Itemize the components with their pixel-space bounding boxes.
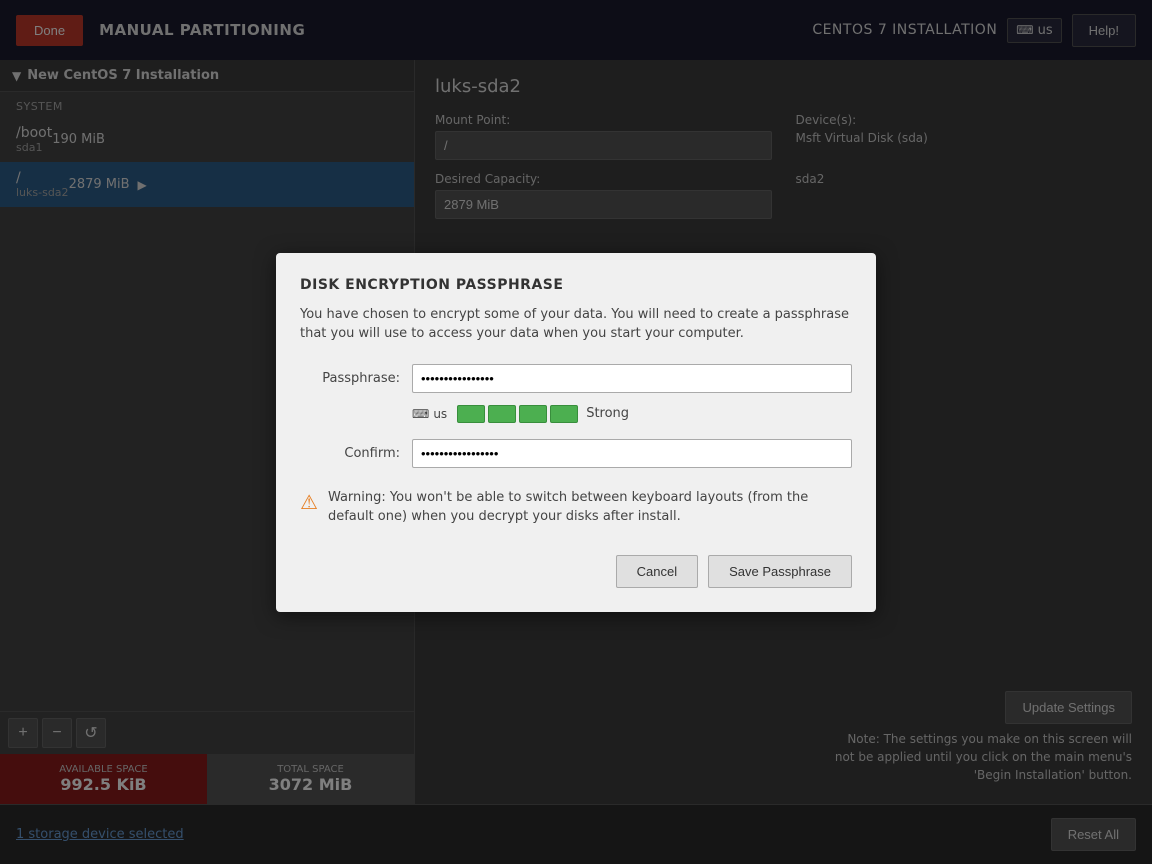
confirm-input[interactable] — [412, 439, 852, 468]
strength-row: ⌨ us Strong — [412, 405, 852, 423]
strength-bar-1 — [457, 405, 485, 423]
keyboard-badge-lang: us — [433, 407, 447, 421]
passphrase-field: Passphrase: — [300, 364, 852, 393]
warning-icon: ⚠ — [300, 490, 318, 514]
strength-label: Strong — [586, 406, 629, 421]
modal-overlay: DISK ENCRYPTION PASSPHRASE You have chos… — [0, 0, 1152, 864]
modal-description: You have chosen to encrypt some of your … — [300, 305, 852, 344]
keyboard-badge-icon: ⌨ — [412, 407, 429, 421]
strength-bar-3 — [519, 405, 547, 423]
passphrase-label: Passphrase: — [300, 371, 400, 386]
save-passphrase-button[interactable]: Save Passphrase — [708, 555, 852, 588]
keyboard-badge[interactable]: ⌨ us — [412, 407, 447, 421]
passphrase-input[interactable] — [412, 364, 852, 393]
cancel-button[interactable]: Cancel — [616, 555, 698, 588]
warning-row: ⚠ Warning: You won't be able to switch b… — [300, 480, 852, 535]
strength-bars — [457, 405, 578, 423]
confirm-label: Confirm: — [300, 446, 400, 461]
modal-title: DISK ENCRYPTION PASSPHRASE — [300, 277, 852, 293]
strength-bar-2 — [488, 405, 516, 423]
strength-bar-4 — [550, 405, 578, 423]
warning-text: Warning: You won't be able to switch bet… — [328, 488, 852, 527]
confirm-field: Confirm: — [300, 439, 852, 468]
modal-buttons: Cancel Save Passphrase — [300, 555, 852, 588]
disk-encryption-modal: DISK ENCRYPTION PASSPHRASE You have chos… — [276, 253, 876, 612]
